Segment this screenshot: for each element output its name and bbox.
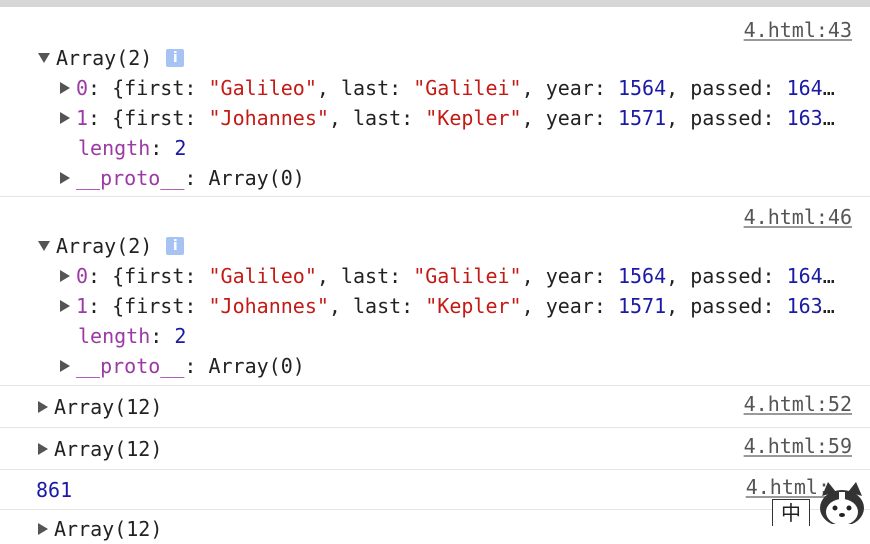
console-entry: 4.html:46 Array(2) i 0: {first: "Galileo"… bbox=[0, 197, 870, 386]
collapsed-triangle-icon[interactable] bbox=[60, 359, 70, 372]
info-icon: i bbox=[166, 48, 185, 67]
array-label: Array(2) bbox=[56, 234, 153, 258]
array-item[interactable]: 1: {first: "Johannes", last: "Kepler", y… bbox=[60, 103, 862, 133]
source-link[interactable]: 4.html:46 bbox=[744, 205, 852, 229]
array-header[interactable]: Array(2) i bbox=[38, 231, 185, 261]
array-header[interactable]: Array(2) i bbox=[38, 43, 185, 73]
array-item[interactable]: 0: {first: "Galileo", last: "Galilei", y… bbox=[60, 73, 862, 103]
collapsed-triangle-icon[interactable] bbox=[60, 299, 70, 312]
collapsed-triangle-icon[interactable] bbox=[38, 522, 48, 535]
console-entry: 4.html:52 Array(12) bbox=[0, 386, 870, 428]
console-entry: 4.html: 861 bbox=[0, 470, 870, 510]
array-header[interactable]: Array(12) bbox=[38, 434, 162, 464]
array-header[interactable]: Array(12) bbox=[38, 514, 162, 544]
array-label: Array(12) bbox=[54, 517, 163, 541]
collapsed-triangle-icon[interactable] bbox=[60, 81, 70, 94]
length-property: length: 2 bbox=[78, 136, 187, 160]
array-item[interactable]: 0: {first: "Galileo", last: "Galilei", y… bbox=[60, 261, 862, 291]
expanded-triangle-icon[interactable] bbox=[38, 240, 50, 251]
source-link[interactable]: 4.html:52 bbox=[744, 392, 852, 416]
collapsed-triangle-icon[interactable] bbox=[60, 269, 70, 282]
array-label: Array(2) bbox=[56, 46, 153, 70]
collapsed-triangle-icon[interactable] bbox=[38, 442, 48, 455]
collapsed-triangle-icon[interactable] bbox=[38, 400, 48, 413]
ime-language-indicator[interactable]: 中 bbox=[772, 499, 810, 526]
collapsed-triangle-icon[interactable] bbox=[60, 111, 70, 124]
array-header[interactable]: Array(12) bbox=[38, 392, 162, 422]
console-entry: 4.html:43 Array(2) i 0: {first: "Galileo"… bbox=[0, 8, 870, 197]
array-label: Array(12) bbox=[54, 437, 163, 461]
husky-mascot-icon bbox=[820, 482, 864, 524]
expanded-triangle-icon[interactable] bbox=[38, 52, 50, 63]
console-entry: 4.html:59 Array(12) bbox=[0, 428, 870, 470]
collapsed-triangle-icon[interactable] bbox=[60, 171, 70, 184]
source-link[interactable]: 4.html:43 bbox=[744, 18, 852, 42]
array-label: Array(12) bbox=[54, 395, 163, 419]
console-entry: Array(12) bbox=[0, 510, 870, 541]
source-link[interactable]: 4.html:59 bbox=[744, 434, 852, 458]
console-top-border bbox=[0, 0, 870, 7]
proto-property[interactable]: __proto__: Array(0) bbox=[60, 351, 305, 381]
proto-property[interactable]: __proto__: Array(0) bbox=[60, 163, 305, 193]
info-icon: i bbox=[166, 236, 185, 255]
array-item[interactable]: 1: {first: "Johannes", last: "Kepler", y… bbox=[60, 291, 862, 321]
number-output: 861 bbox=[36, 478, 73, 502]
length-property: length: 2 bbox=[78, 324, 187, 348]
ime-widget[interactable]: 中 bbox=[770, 482, 870, 526]
